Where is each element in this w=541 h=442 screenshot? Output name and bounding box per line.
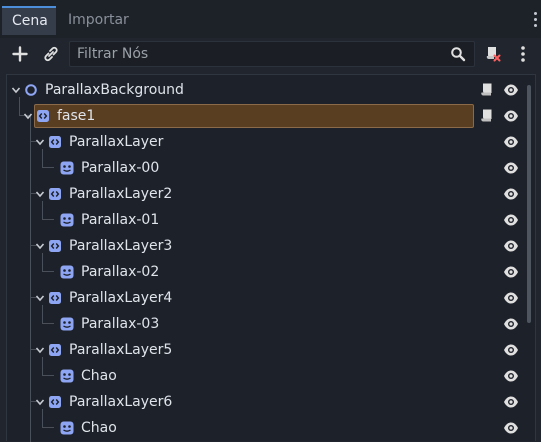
node-label: Chao xyxy=(81,368,117,384)
node-label: ParallaxLayer xyxy=(69,134,164,150)
node-label: Parallax-00 xyxy=(81,160,160,176)
kebab-menu-icon[interactable] xyxy=(513,42,533,66)
node-label: Parallax-01 xyxy=(81,212,160,228)
visibility-eye-icon[interactable] xyxy=(503,83,519,97)
plus-icon[interactable] xyxy=(8,42,32,66)
tree-row-parallaxlayer4[interactable]: ParallaxLayer4 xyxy=(7,285,527,311)
tree-row-parallaxlayer2[interactable]: ParallaxLayer2 xyxy=(7,181,527,207)
visibility-eye-icon[interactable] xyxy=(503,161,519,175)
node2d-icon xyxy=(49,136,61,148)
script-icon[interactable] xyxy=(479,82,495,98)
search-icon xyxy=(450,46,466,62)
visibility-eye-icon[interactable] xyxy=(503,135,519,149)
dock-menu-icon[interactable] xyxy=(533,12,539,30)
sprite-icon xyxy=(60,213,74,227)
tree-scrollbar[interactable] xyxy=(527,85,531,323)
node-label: Parallax-02 xyxy=(81,264,160,280)
scene-tree: ParallaxBackground fase1 ParallaxLayer P… xyxy=(6,74,536,442)
node2d-icon xyxy=(49,240,61,252)
node2d-icon xyxy=(49,188,61,200)
chevron-down-icon[interactable] xyxy=(35,397,45,407)
filter-nodes-field xyxy=(69,41,475,67)
visibility-eye-icon[interactable] xyxy=(503,187,519,201)
node-label: ParallaxLayer6 xyxy=(69,394,173,410)
chevron-down-icon[interactable] xyxy=(35,137,45,147)
scene-dock-tabbar: Cena Importar xyxy=(0,0,541,38)
sprite-icon xyxy=(60,369,74,383)
node2d-icon xyxy=(49,292,61,304)
node-label: ParallaxBackground xyxy=(45,82,184,98)
visibility-eye-icon[interactable] xyxy=(503,109,519,123)
node-label: fase1 xyxy=(57,108,96,124)
tree-row-fase1[interactable]: fase1 xyxy=(7,103,527,129)
tree-row-parallaxlayer5[interactable]: ParallaxLayer5 xyxy=(7,337,527,363)
link-icon[interactable] xyxy=(39,42,63,66)
node2d-icon xyxy=(37,110,49,122)
visibility-eye-icon[interactable] xyxy=(503,291,519,305)
visibility-eye-icon[interactable] xyxy=(503,239,519,253)
chevron-down-icon[interactable] xyxy=(35,345,45,355)
visibility-eye-icon[interactable] xyxy=(503,343,519,357)
script-remove-icon[interactable] xyxy=(481,42,505,66)
chevron-down-icon[interactable] xyxy=(35,293,45,303)
filter-nodes-input[interactable] xyxy=(70,42,440,66)
tree-row-parallax-03[interactable]: Parallax-03 xyxy=(7,311,527,337)
tree-row-parallax-00[interactable]: Parallax-00 xyxy=(7,155,527,181)
tab-importar[interactable]: Importar xyxy=(60,6,137,35)
tree-row-parallaxlayer6[interactable]: ParallaxLayer6 xyxy=(7,389,527,415)
visibility-eye-icon[interactable] xyxy=(503,265,519,279)
node-label: Parallax-03 xyxy=(81,316,160,332)
chevron-down-icon[interactable] xyxy=(23,111,33,121)
script-icon[interactable] xyxy=(479,108,495,124)
node-label: ParallaxLayer3 xyxy=(69,238,173,254)
tree-row-chao[interactable]: Chao xyxy=(7,363,527,389)
node-label: Chao xyxy=(81,420,117,436)
node-label: ParallaxLayer5 xyxy=(69,342,173,358)
tree-row-parallax-01[interactable]: Parallax-01 xyxy=(7,207,527,233)
visibility-eye-icon[interactable] xyxy=(503,213,519,227)
node-label: ParallaxLayer4 xyxy=(69,290,173,306)
tree-row-parallax-02[interactable]: Parallax-02 xyxy=(7,259,527,285)
node-label: ParallaxLayer2 xyxy=(69,186,173,202)
tree-row-chao-2[interactable]: Chao xyxy=(7,415,527,441)
sprite-icon xyxy=(60,161,74,175)
node2d-icon xyxy=(49,344,61,356)
tree-row-parallaxlayer3[interactable]: ParallaxLayer3 xyxy=(7,233,527,259)
tab-cena[interactable]: Cena xyxy=(2,6,56,35)
visibility-eye-icon[interactable] xyxy=(503,421,519,435)
sprite-icon xyxy=(60,421,74,435)
node2d-icon xyxy=(49,396,61,408)
tree-row-parallaxbackground[interactable]: ParallaxBackground xyxy=(7,77,527,103)
chevron-down-icon[interactable] xyxy=(11,85,21,95)
chevron-down-icon[interactable] xyxy=(35,189,45,199)
visibility-eye-icon[interactable] xyxy=(503,369,519,383)
tree-row-parallaxlayer[interactable]: ParallaxLayer xyxy=(7,129,527,155)
sprite-icon xyxy=(60,265,74,279)
selection-highlight xyxy=(34,104,474,128)
chevron-down-icon[interactable] xyxy=(35,241,45,251)
visibility-eye-icon[interactable] xyxy=(503,317,519,331)
node-circle-icon xyxy=(25,84,37,96)
sprite-icon xyxy=(60,317,74,331)
visibility-eye-icon[interactable] xyxy=(503,395,519,409)
